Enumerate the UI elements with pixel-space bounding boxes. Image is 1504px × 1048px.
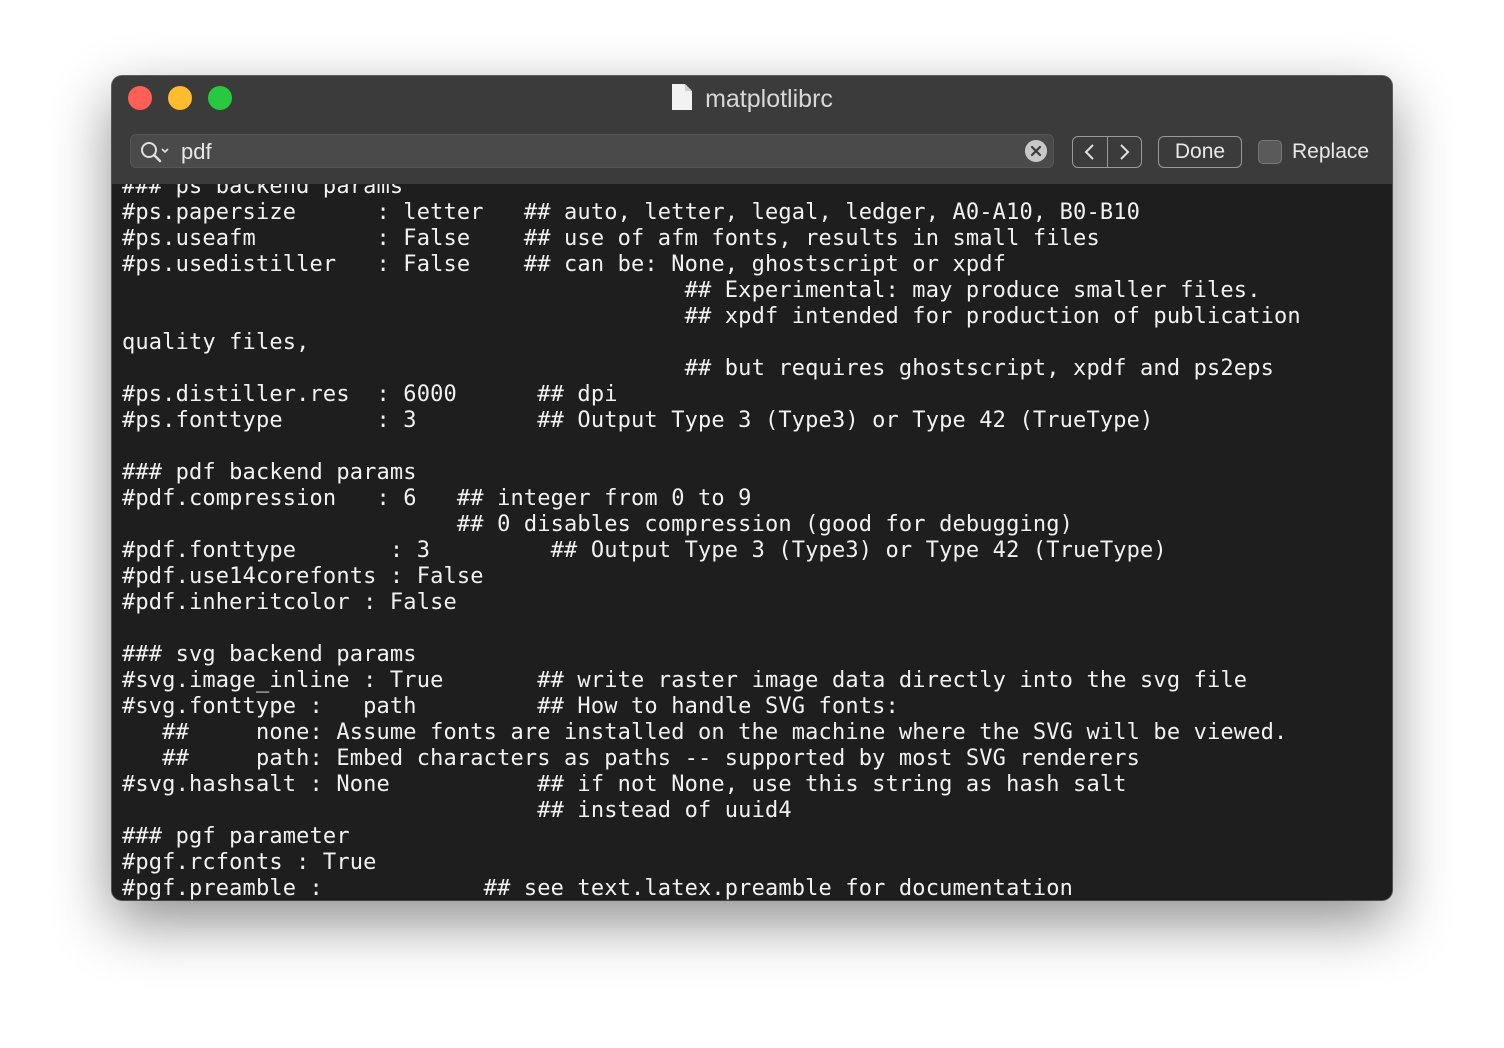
search-options-icon[interactable] xyxy=(139,140,171,164)
editor-line[interactable]: ## but requires ghostscript, xpdf and ps… xyxy=(122,356,1301,382)
editor-line[interactable]: #pdf.compression : 6 ## integer from 0 t… xyxy=(122,486,1301,512)
find-navigation xyxy=(1072,136,1142,168)
editor-line[interactable]: quality files, xyxy=(122,330,1301,356)
text-editor[interactable]: ### ps backend params #ps.papersize : let… xyxy=(112,184,1392,900)
find-field[interactable]: pdf xyxy=(130,134,1054,168)
editor-line[interactable]: #svg.image_inline : True ## write raster… xyxy=(122,668,1301,694)
editor-line[interactable]: ### svg backend params xyxy=(122,642,1301,668)
editor-line[interactable]: ## path: Embed characters as paths -- su… xyxy=(122,746,1301,772)
editor-line[interactable]: #ps.usedistiller : False ## can be: None… xyxy=(122,252,1301,278)
editor-line[interactable]: ## Experimental: may produce smaller fil… xyxy=(122,278,1301,304)
editor-line[interactable]: #pgf.rcfonts : True xyxy=(122,850,1301,876)
window-title: matplotlibrc xyxy=(705,85,833,113)
editor-line[interactable]: ### pgf parameter xyxy=(122,824,1301,850)
editor-line[interactable]: #pdf.fonttype : 3 ## Output Type 3 (Type… xyxy=(122,538,1301,564)
editor-line[interactable]: ## 0 disables compression (good for debu… xyxy=(122,512,1301,538)
editor-line[interactable]: ## none: Assume fonts are installed on t… xyxy=(122,720,1301,746)
editor-line[interactable]: #ps.fonttype : 3 ## Output Type 3 (Type3… xyxy=(122,408,1301,434)
editor-line[interactable]: #svg.fonttype : path ## How to handle SV… xyxy=(122,694,1301,720)
clear-search-icon[interactable] xyxy=(1025,140,1047,162)
chevron-right-icon xyxy=(1120,144,1130,160)
editor-line[interactable] xyxy=(122,434,1301,460)
editor-line[interactable] xyxy=(122,616,1301,642)
editor-line[interactable]: ### pdf backend params xyxy=(122,460,1301,486)
document-icon xyxy=(672,84,693,110)
editor-line[interactable]: #ps.papersize : letter ## auto, letter, … xyxy=(122,200,1301,226)
find-previous-button[interactable] xyxy=(1073,137,1108,167)
editor-line[interactable]: ### ps backend params xyxy=(122,184,1301,200)
editor-text[interactable]: ### ps backend params #ps.papersize : let… xyxy=(122,184,1301,900)
chevron-left-icon xyxy=(1084,144,1094,160)
editor-line[interactable]: #pdf.use14corefonts : False xyxy=(122,564,1301,590)
title-bar: matplotlibrc pdf Done Replace xyxy=(112,76,1392,185)
done-button[interactable]: Done xyxy=(1158,136,1242,168)
replace-label[interactable]: Replace xyxy=(1292,136,1369,168)
editor-line[interactable]: #ps.useafm : False ## use of afm fonts, … xyxy=(122,226,1301,252)
find-query[interactable]: pdf xyxy=(181,135,212,169)
editor-line[interactable]: #ps.distiller.res : 6000 ## dpi xyxy=(122,382,1301,408)
editor-line[interactable]: ## xpdf intended for production of publi… xyxy=(122,304,1301,330)
find-next-button[interactable] xyxy=(1108,137,1142,167)
editor-line[interactable]: ## instead of uuid4 xyxy=(122,798,1301,824)
replace-checkbox[interactable] xyxy=(1258,140,1282,164)
editor-window: matplotlibrc pdf Done Replace ### ps bac… xyxy=(112,76,1392,900)
window-title-group: matplotlibrc xyxy=(112,82,1392,116)
editor-line[interactable]: #svg.hashsalt : None ## if not None, use… xyxy=(122,772,1301,798)
editor-line[interactable]: #pgf.preamble : ## see text.latex.preamb… xyxy=(122,876,1301,900)
editor-line[interactable]: #pdf.inheritcolor : False xyxy=(122,590,1301,616)
